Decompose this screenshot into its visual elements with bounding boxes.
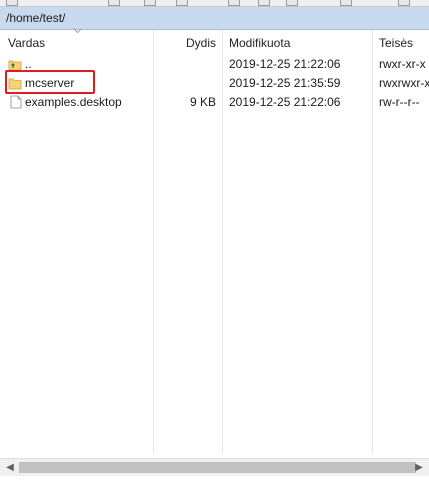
file-modified: 2019-12-25 21:22:06 bbox=[229, 57, 341, 71]
list-item-file[interactable]: examples.desktop 9 KB 2019-12-25 21:22:0… bbox=[0, 93, 429, 112]
file-permissions: rwxr-xr-x bbox=[379, 57, 426, 71]
current-path: /home/test/ bbox=[6, 11, 66, 25]
file-icon bbox=[10, 95, 22, 109]
path-bar[interactable]: /home/test/ bbox=[0, 7, 429, 30]
sort-ascending-icon bbox=[73, 28, 82, 34]
column-header-modified[interactable]: Modifikuota bbox=[229, 36, 290, 50]
scroll-left-icon[interactable]: ◀ bbox=[3, 461, 17, 474]
folder-up-icon bbox=[8, 60, 22, 71]
toolbar-button-icon[interactable] bbox=[398, 0, 410, 6]
toolbar-button-icon[interactable] bbox=[286, 0, 298, 6]
file-permissions: rw-r--r-- bbox=[379, 95, 420, 109]
file-name: examples.desktop bbox=[25, 95, 122, 109]
bottom-edge bbox=[0, 476, 429, 480]
file-modified: 2019-12-25 21:35:59 bbox=[229, 76, 341, 90]
toolbar-button-icon[interactable] bbox=[144, 0, 156, 6]
toolbar-button-icon[interactable] bbox=[176, 0, 188, 6]
toolbar-button-icon[interactable] bbox=[108, 0, 120, 6]
toolbar-button-icon[interactable] bbox=[228, 0, 240, 6]
toolbar bbox=[0, 0, 429, 7]
file-permissions: rwxrwxr-x bbox=[379, 76, 429, 90]
annotation-highlight-box bbox=[5, 70, 95, 94]
column-header-size[interactable]: Dydis bbox=[186, 36, 216, 50]
column-header: Vardas Dydis Modifikuota Teisės bbox=[0, 30, 429, 52]
toolbar-button-icon[interactable] bbox=[258, 0, 270, 6]
column-header-permissions[interactable]: Teisės bbox=[379, 36, 413, 50]
scrollbar-thumb[interactable] bbox=[19, 462, 416, 473]
file-modified: 2019-12-25 21:22:06 bbox=[229, 95, 341, 109]
file-size: 9 KB bbox=[189, 95, 216, 109]
scroll-right-icon[interactable]: ▶ bbox=[412, 461, 426, 474]
column-header-name[interactable]: Vardas bbox=[8, 36, 45, 50]
toolbar-button-icon[interactable] bbox=[6, 0, 18, 6]
horizontal-scrollbar[interactable]: ◀ ▶ bbox=[0, 458, 429, 476]
file-name: .. bbox=[25, 57, 32, 71]
toolbar-button-icon[interactable] bbox=[340, 0, 352, 6]
